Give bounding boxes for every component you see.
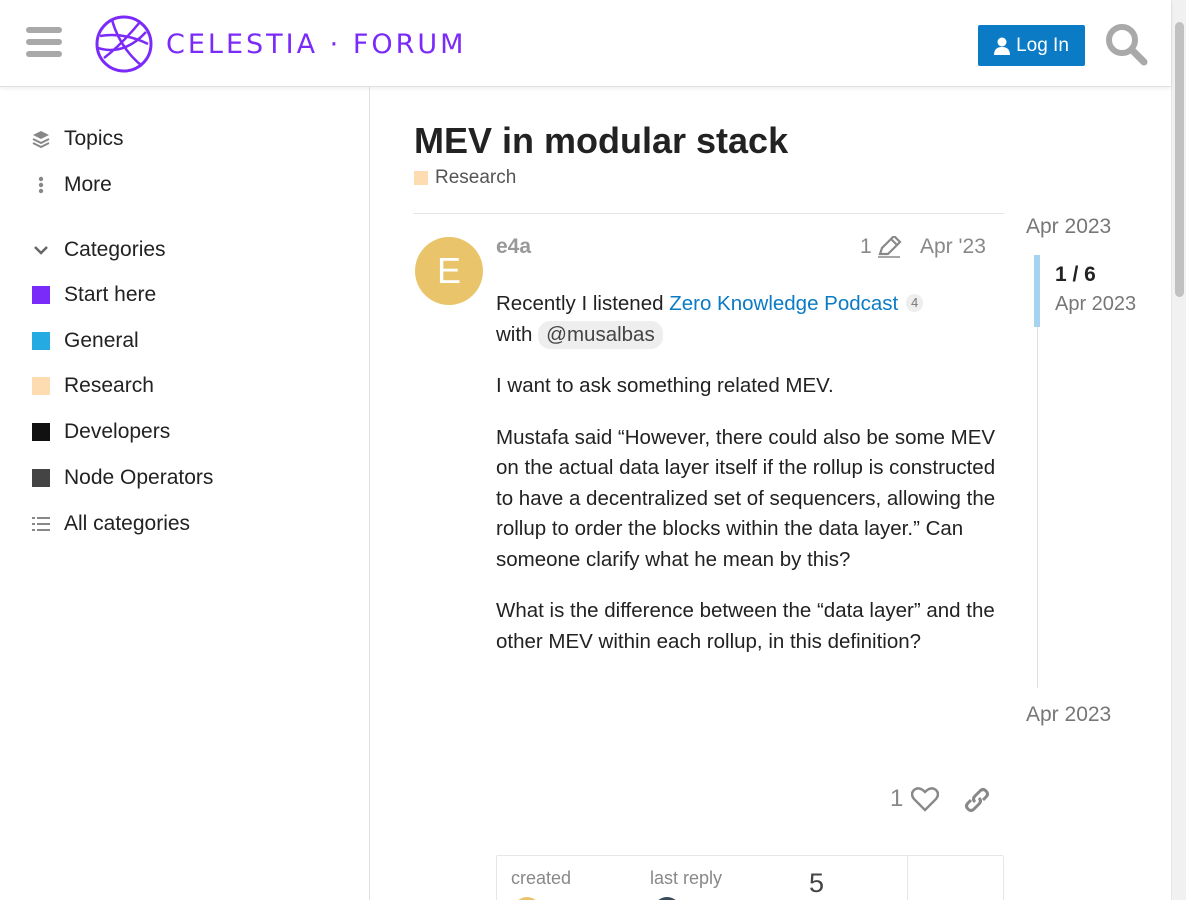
- sidebar-item-label: All categories: [64, 512, 191, 535]
- categories-label: Categories: [64, 238, 166, 261]
- list-icon: [32, 515, 50, 533]
- post-paragraph: Recently I listened Zero Knowledge Podca…: [496, 289, 996, 350]
- last-reply-label: last reply: [650, 868, 723, 888]
- timeline-start-date[interactable]: Apr 2023: [1026, 215, 1111, 239]
- chevron-down-icon: [32, 241, 50, 259]
- sidebar-item-all-categories[interactable]: All categories: [32, 509, 190, 539]
- avatar[interactable]: E: [415, 237, 483, 305]
- share-link-icon[interactable]: [963, 786, 991, 814]
- post-paragraph: I want to ask something related MEV.: [496, 374, 834, 397]
- post-text: Recently I listened: [496, 292, 670, 315]
- created-label: created: [511, 868, 572, 888]
- timeline-position-date: Apr 2023: [1055, 293, 1137, 315]
- category-color-square: [32, 377, 50, 395]
- user-mention[interactable]: @musalbas: [538, 320, 663, 349]
- topic-category-badge[interactable]: Research: [414, 167, 516, 189]
- post-text: with: [496, 322, 539, 346]
- category-color-square: [32, 332, 50, 350]
- topic-map[interactable]: created last reply 5: [496, 855, 1004, 900]
- hamburger-menu-icon[interactable]: [26, 27, 62, 59]
- layers-icon: [32, 130, 50, 148]
- topic-divider: [413, 213, 1004, 214]
- sidebar-item-more[interactable]: More: [32, 170, 112, 200]
- post-paragraph: Mustafa said “However, there could also …: [496, 425, 996, 571]
- sidebar-item-label: Start here: [64, 283, 157, 306]
- site-logo[interactable]: CELESTIA · FORUM: [94, 13, 466, 75]
- edit-count: 1: [860, 235, 872, 258]
- scrollbar-thumb[interactable]: [1175, 22, 1184, 297]
- sidebar-item-label: General: [64, 329, 139, 352]
- sidebar-item-developers[interactable]: Developers: [32, 417, 170, 447]
- sidebar-item-label: Node Operators: [64, 466, 214, 489]
- sidebar-item-label: Topics: [64, 127, 124, 150]
- post-date[interactable]: Apr '23: [920, 235, 986, 259]
- post-username[interactable]: e4a: [496, 235, 531, 259]
- link-click-count: 4: [905, 294, 924, 312]
- podcast-link[interactable]: Zero Knowledge Podcast: [669, 292, 898, 315]
- edit-history-button[interactable]: 1: [860, 235, 902, 259]
- sidebar-item-label: More: [64, 173, 112, 196]
- user-icon: [994, 37, 1011, 55]
- sidebar-item-start-here[interactable]: Start here: [32, 280, 156, 310]
- pencil-icon: [877, 236, 902, 258]
- category-color-square: [32, 286, 50, 304]
- site-header: CELESTIA · FORUM Log In: [0, 0, 1171, 87]
- sidebar: Topics More Categories Start here Genera…: [0, 87, 370, 900]
- vertical-ellipsis-icon: [32, 176, 50, 194]
- timeline-end-date[interactable]: Apr 2023: [1026, 703, 1111, 727]
- category-color-square: [32, 423, 50, 441]
- sidebar-item-node-operators[interactable]: Node Operators: [32, 463, 213, 493]
- topic-map-separator: [907, 856, 908, 900]
- topic-title[interactable]: MEV in modular stack: [414, 120, 788, 162]
- topic-category-label: Research: [435, 167, 517, 188]
- sidebar-item-topics[interactable]: Topics: [32, 124, 124, 154]
- timeline-position: 1 / 6: [1055, 263, 1096, 286]
- login-label: Log In: [1016, 34, 1069, 56]
- categories-toggle[interactable]: Categories: [32, 235, 166, 265]
- sidebar-item-research[interactable]: Research: [32, 371, 154, 401]
- like-count: 1: [890, 785, 904, 812]
- sidebar-item-label: Research: [64, 374, 154, 397]
- sidebar-item-general[interactable]: General: [32, 326, 139, 356]
- login-button[interactable]: Log In: [978, 25, 1085, 66]
- like-button[interactable]: 1: [890, 785, 940, 813]
- category-color-square: [414, 171, 428, 185]
- search-icon[interactable]: [1104, 22, 1148, 66]
- celestia-logo-icon: [95, 15, 153, 73]
- category-color-square: [32, 469, 50, 487]
- sidebar-item-label: Developers: [64, 420, 171, 443]
- logo-text: CELESTIA · FORUM: [166, 28, 467, 60]
- heart-icon: [911, 787, 940, 812]
- post-paragraph: What is the difference between the “data…: [496, 599, 995, 653]
- page-scrollbar[interactable]: [1171, 0, 1186, 900]
- timeline-scroll-handle[interactable]: [1034, 255, 1040, 327]
- post-body: Recently I listened Zero Knowledge Podca…: [496, 289, 996, 678]
- replies-count: 5: [809, 868, 825, 898]
